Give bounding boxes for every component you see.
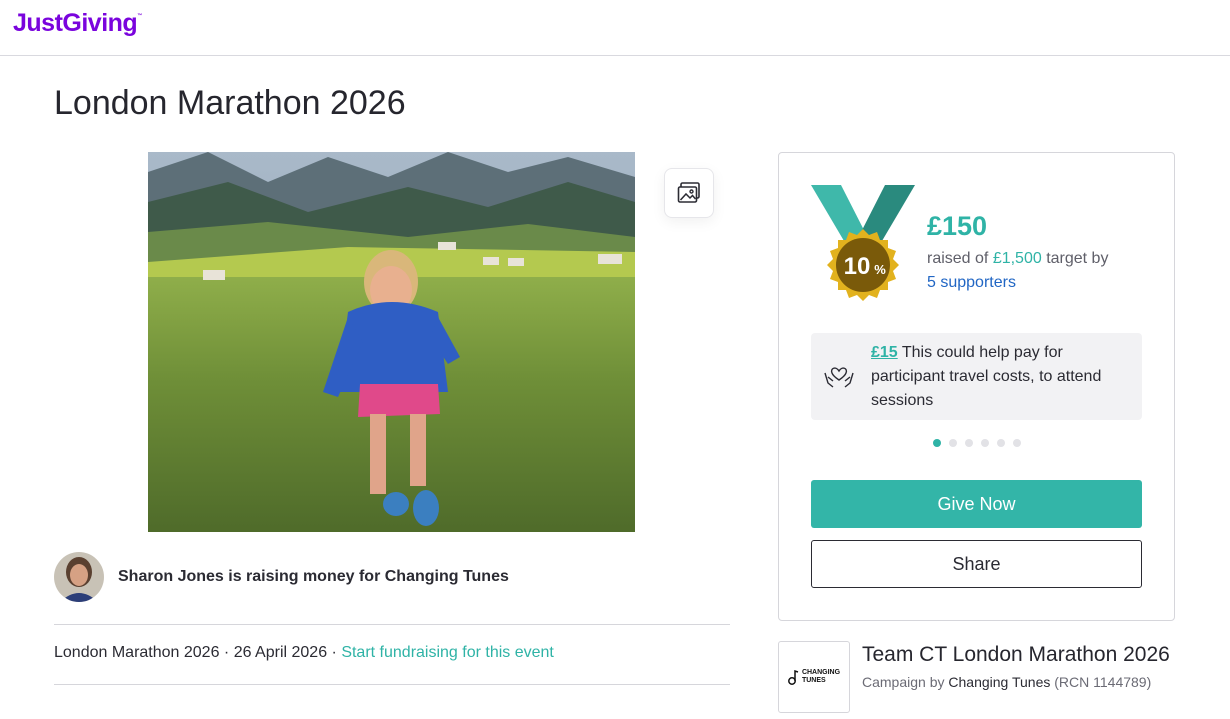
carousel-dot[interactable]	[965, 439, 973, 447]
campaign-title[interactable]: Team CT London Marathon 2026	[862, 643, 1170, 667]
site-header: JustGiving™	[0, 0, 1230, 56]
carousel-dot[interactable]	[981, 439, 989, 447]
charity-link[interactable]: Changing Tunes	[948, 674, 1050, 690]
supporters-link[interactable]: 5 supporters	[927, 274, 1016, 291]
impact-amount-link[interactable]: £15	[871, 344, 898, 361]
event-date: 26 April 2026	[233, 644, 328, 661]
justgiving-logo[interactable]: JustGiving™	[13, 9, 142, 38]
changing-tunes-logo[interactable]: CHANGING TUNES	[778, 641, 850, 713]
fundraiser-owner: Sharon Jones is raising money for Changi…	[54, 552, 509, 602]
carousel-dot[interactable]	[949, 439, 957, 447]
impact-message: £15 This could help pay for participant …	[811, 333, 1142, 420]
target-amount: £1,500	[992, 250, 1042, 267]
donation-card: 10 % £150 raised of £1,500 target by 5 s…	[778, 152, 1175, 621]
music-note-icon	[787, 669, 799, 685]
start-fundraising-link[interactable]: Start fundraising for this event	[341, 644, 554, 661]
page-title: London Marathon 2026	[54, 84, 406, 122]
carousel-dot[interactable]	[997, 439, 1005, 447]
svg-text:%: %	[874, 262, 886, 277]
carousel-dots	[933, 439, 1021, 447]
owner-text: Sharon Jones is raising money for Changi…	[118, 568, 509, 585]
carousel-dot[interactable]	[933, 439, 941, 447]
carousel-dot[interactable]	[1013, 439, 1021, 447]
gallery-button[interactable]	[664, 168, 714, 218]
heart-hands-icon	[824, 367, 854, 388]
share-button[interactable]: Share	[811, 540, 1142, 588]
medal-percent: 10	[844, 253, 871, 280]
give-now-button[interactable]: Give Now	[811, 480, 1142, 528]
divider	[54, 684, 730, 685]
event-line: London Marathon 2026 · 26 April 2026 · S…	[54, 644, 554, 661]
raised-amount: £150	[927, 211, 988, 241]
medal-icon: 10 %	[811, 185, 915, 301]
divider	[54, 624, 730, 625]
raised-summary: raised of £1,500 target by 5 supporters	[927, 250, 1109, 291]
impact-text: £15 This could help pay for participant …	[871, 344, 1102, 409]
image-gallery-icon	[677, 182, 700, 203]
hero-image	[148, 152, 635, 532]
campaign-byline: Campaign by Changing Tunes (RCN 1144789)	[862, 674, 1152, 690]
avatar[interactable]	[54, 552, 104, 602]
event-name: London Marathon 2026	[54, 644, 220, 661]
